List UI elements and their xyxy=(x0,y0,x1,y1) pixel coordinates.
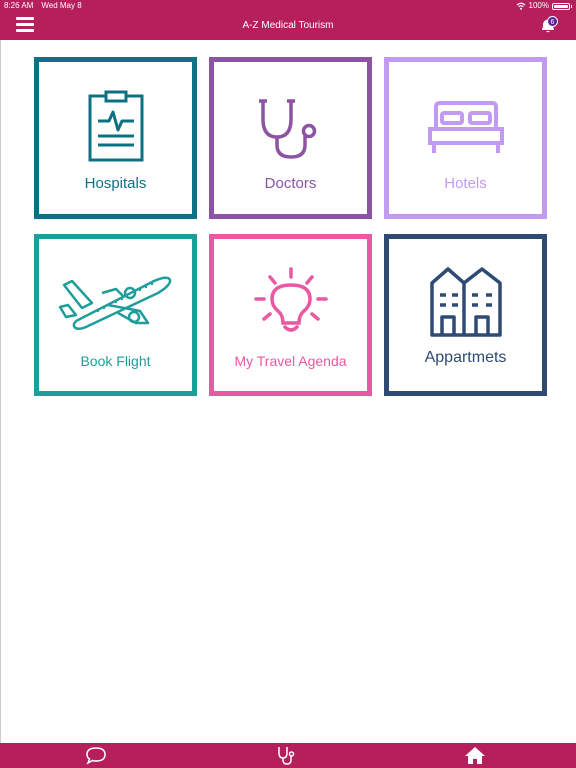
status-time: 8:26 AM xyxy=(4,1,34,10)
tile-apartments[interactable]: Appartmets xyxy=(384,234,547,396)
battery-icon xyxy=(552,2,570,10)
battery-cap xyxy=(571,4,572,8)
tile-doctors-label: Doctors xyxy=(264,175,317,192)
status-date: Wed May 8 xyxy=(41,1,82,10)
stethoscope-nav-icon[interactable] xyxy=(274,745,298,765)
tile-travel-agenda[interactable]: My Travel Agenda xyxy=(209,234,372,396)
clipboard-heartbeat-icon xyxy=(88,90,143,162)
tile-hospitals[interactable]: Hospitals xyxy=(34,57,197,219)
wifi-icon xyxy=(516,2,525,10)
lightbulb-icon xyxy=(253,267,328,332)
tile-book-flight-label: Book Flight xyxy=(80,353,151,369)
top-bar: 8:26 AM Wed May 8 100% A-Z Medical Touris… xyxy=(0,0,576,40)
bottom-nav xyxy=(0,743,576,768)
battery-percent: 100% xyxy=(528,1,549,10)
chat-bubble-icon[interactable] xyxy=(84,745,108,765)
tile-apartments-label: Appartmets xyxy=(424,349,507,366)
status-bar-left: 8:26 AM Wed May 8 xyxy=(4,1,82,11)
tile-hotels-label: Hotels xyxy=(444,175,487,192)
tile-hotels[interactable]: Hotels xyxy=(384,57,547,219)
left-border xyxy=(0,40,1,743)
tile-travel-agenda-label: My Travel Agenda xyxy=(234,353,347,369)
home-icon[interactable] xyxy=(463,745,487,765)
tile-book-flight[interactable]: Book Flight xyxy=(34,234,197,396)
status-bar-right: 100% xyxy=(516,1,572,11)
notification-badge: 6 xyxy=(547,16,558,27)
buildings-icon xyxy=(429,267,502,337)
tile-hospitals-label: Hospitals xyxy=(84,175,147,192)
airplane-icon xyxy=(58,276,171,330)
app-title: A-Z Medical Tourism xyxy=(242,20,334,31)
stethoscope-icon xyxy=(258,99,316,159)
tile-doctors[interactable]: Doctors xyxy=(209,57,372,219)
bed-icon xyxy=(427,101,504,153)
